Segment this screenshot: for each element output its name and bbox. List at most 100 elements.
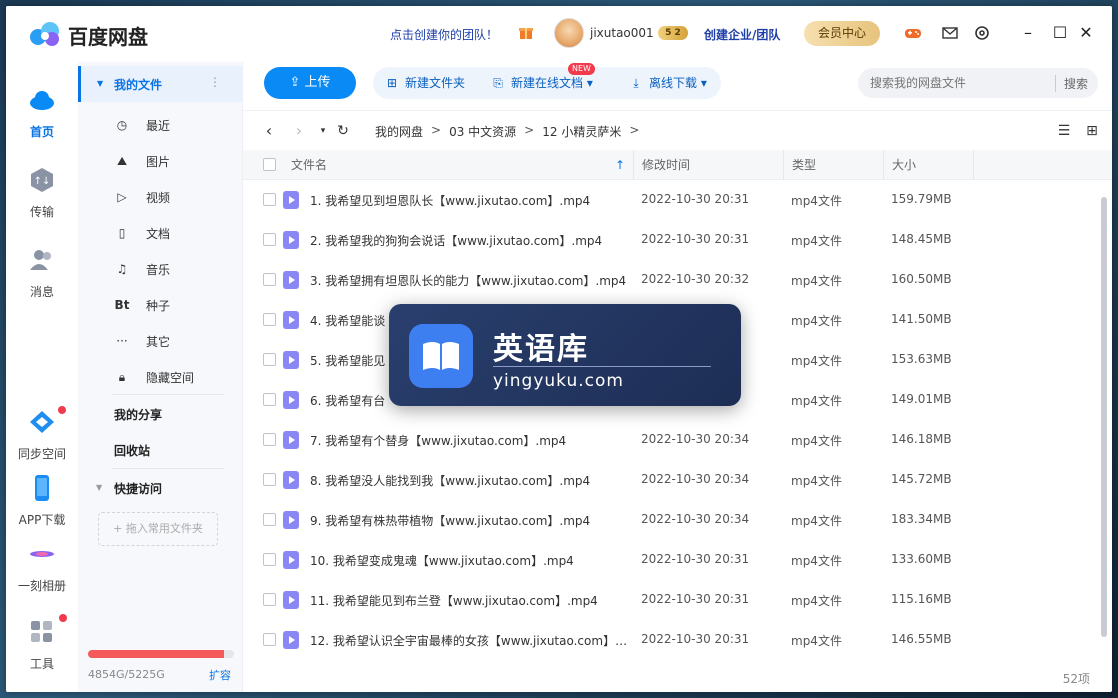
row-checkbox[interactable] — [263, 593, 276, 606]
back-arrow-icon[interactable]: ‹ — [261, 121, 277, 141]
column-header-type[interactable]: 类型 — [783, 150, 883, 180]
forward-arrow-icon[interactable]: › — [291, 121, 307, 141]
refresh-icon[interactable]: ↻ — [335, 121, 351, 141]
column-header-time[interactable]: 修改时间 — [633, 150, 783, 180]
table-row[interactable]: 10. 我希望变成鬼魂【www.jixutao.com】.mp4 2022-10-… — [243, 540, 1095, 580]
row-checkbox[interactable] — [263, 473, 276, 486]
username[interactable]: jixutao001 — [590, 26, 654, 40]
rail-sync-space[interactable]: 同步空间 — [6, 406, 78, 462]
row-checkbox[interactable] — [263, 433, 276, 446]
sidebar-item-images[interactable]: ⛰ 图片 — [112, 151, 170, 171]
rail-home[interactable]: 首页 — [6, 86, 78, 140]
file-modified-time: 2022-10-30 20:31 — [641, 632, 750, 646]
bt-icon: Bt — [114, 298, 130, 312]
more-vertical-icon[interactable]: ⋮ — [209, 75, 221, 89]
sidebar-recycle-bin[interactable]: 回收站 — [114, 442, 150, 459]
new-folder-button[interactable]: ⊞ 新建文件夹 — [385, 67, 465, 99]
gift-icon[interactable] — [518, 24, 534, 40]
history-dropdown-icon[interactable]: ▾ — [315, 121, 331, 141]
rail-tools[interactable]: 工具 — [6, 614, 78, 672]
sidebar-quick-access[interactable]: 快捷访问 — [114, 480, 162, 497]
file-size: 148.45MB — [891, 232, 952, 246]
breadcrumb-item[interactable]: 12 小精灵萨米 — [542, 123, 621, 140]
search-box: 搜索 — [858, 68, 1098, 98]
sidebar-divider — [112, 468, 224, 469]
select-all-checkbox[interactable] — [263, 158, 276, 171]
table-row[interactable]: 11. 我希望能见到布兰登【www.jixutao.com】.mp4 2022-1… — [243, 580, 1095, 620]
member-center-button[interactable]: 会员中心 — [804, 21, 880, 46]
file-name[interactable]: 8. 我希望没人能找到我【www.jixutao.com】.mp4 — [310, 472, 630, 489]
breadcrumb-item[interactable]: 我的网盘 — [375, 123, 423, 140]
row-checkbox[interactable] — [263, 633, 276, 646]
sidebar-item-label: 音乐 — [146, 262, 171, 277]
row-checkbox[interactable] — [263, 353, 276, 366]
breadcrumb-item[interactable]: 03 中文资源 — [449, 123, 516, 140]
rail-album[interactable]: 一刻相册 — [6, 540, 78, 594]
quick-access-drop-zone[interactable]: + 拖入常用文件夹 — [98, 512, 218, 546]
sidebar-item-music[interactable]: ♫ 音乐 — [112, 259, 170, 279]
row-checkbox[interactable] — [263, 313, 276, 326]
table-row[interactable]: 2. 我希望我的狗狗会说话【www.jixutao.com】.mp4 2022-1… — [243, 220, 1095, 260]
collapse-triangle-icon[interactable]: ▼ — [97, 79, 103, 88]
storage-quota-bar — [88, 650, 234, 658]
row-checkbox[interactable] — [263, 193, 276, 206]
file-name[interactable]: 2. 我希望我的狗狗会说话【www.jixutao.com】.mp4 — [310, 232, 630, 249]
minimize-icon[interactable]: – — [1018, 23, 1038, 43]
app-title: 百度网盘 — [68, 25, 148, 49]
grid-view-icon[interactable]: ⊞ — [1083, 122, 1101, 140]
row-checkbox[interactable] — [263, 393, 276, 406]
file-name[interactable]: 7. 我希望有个替身【www.jixutao.com】.mp4 — [310, 432, 630, 449]
table-row[interactable]: 7. 我希望有个替身【www.jixutao.com】.mp4 2022-10-3… — [243, 420, 1095, 460]
column-header-name[interactable]: 文件名 ↑ — [283, 150, 633, 180]
table-row[interactable]: 1. 我希望见到坦恩队长【www.jixutao.com】.mp4 2022-10… — [243, 180, 1095, 220]
rail-app-download[interactable]: APP下载 — [6, 474, 78, 528]
create-team-link[interactable]: 点击创建你的团队！ — [390, 26, 498, 43]
search-input[interactable] — [870, 74, 1050, 92]
file-size: 153.63MB — [891, 352, 952, 366]
column-header-size[interactable]: 大小 — [883, 150, 973, 180]
sidebar-item-recent[interactable]: ◷ 最近 — [112, 115, 170, 135]
sidebar-my-share[interactable]: 我的分享 — [114, 406, 162, 423]
row-checkbox[interactable] — [263, 553, 276, 566]
rail-messages-label: 消息 — [29, 285, 54, 299]
file-name[interactable]: 9. 我希望有株热带植物【www.jixutao.com】.mp4 — [310, 512, 630, 529]
rail-transfer[interactable]: ↑↓ 传输 — [6, 166, 78, 220]
vertical-scrollbar[interactable] — [1101, 197, 1107, 637]
user-avatar[interactable] — [554, 18, 584, 48]
sidebar-item-other[interactable]: ··· 其它 — [112, 331, 170, 351]
file-name[interactable]: 11. 我希望能见到布兰登【www.jixutao.com】.mp4 — [310, 592, 630, 609]
table-row[interactable]: 8. 我希望没人能找到我【www.jixutao.com】.mp4 2022-10… — [243, 460, 1095, 500]
file-name[interactable]: 1. 我希望见到坦恩队长【www.jixutao.com】.mp4 — [310, 192, 630, 209]
sort-list-icon[interactable]: ☰ — [1055, 122, 1073, 140]
close-icon[interactable]: ✕ — [1076, 23, 1096, 43]
file-type: mp4文件 — [791, 274, 842, 288]
table-row[interactable]: 9. 我希望有株热带植物【www.jixutao.com】.mp4 2022-10… — [243, 500, 1095, 540]
settings-gear-icon[interactable] — [973, 24, 991, 42]
file-name[interactable]: 3. 我希望拥有坦恩队长的能力【www.jixutao.com】.mp4 — [310, 272, 630, 289]
upload-button[interactable]: ⇪ 上传 — [264, 67, 356, 99]
row-checkbox[interactable] — [263, 513, 276, 526]
mail-icon[interactable] — [941, 24, 959, 42]
sidebar-item-videos[interactable]: ▷ 视频 — [112, 187, 170, 207]
sort-ascending-icon[interactable]: ↑ — [615, 150, 625, 180]
file-size: 141.50MB — [891, 312, 952, 326]
offline-download-button[interactable]: ⤓ 离线下载 ▾ — [629, 67, 707, 99]
sidebar-my-files[interactable]: ▼ 我的文件 ⋮ — [78, 66, 243, 102]
file-name[interactable]: 12. 我希望认识全宇宙最棒的女孩【www.jixutao.com】.... — [310, 632, 630, 649]
collapse-triangle-icon[interactable]: ▼ — [96, 483, 102, 492]
file-name[interactable]: 10. 我希望变成鬼魂【www.jixutao.com】.mp4 — [310, 552, 630, 569]
row-checkbox[interactable] — [263, 273, 276, 286]
sidebar-item-hidden-space[interactable]: 🔒︎ 隐藏空间 — [112, 367, 194, 387]
table-row[interactable]: 12. 我希望认识全宇宙最棒的女孩【www.jixutao.com】.... 20… — [243, 620, 1095, 660]
maximize-icon[interactable]: ☐ — [1050, 23, 1070, 43]
file-size: 146.55MB — [891, 632, 952, 646]
rail-messages[interactable]: 消息 — [6, 246, 78, 300]
create-enterprise-link[interactable]: 创建企业/团队 — [704, 26, 780, 43]
expand-storage-link[interactable]: 扩容 — [209, 667, 231, 683]
sidebar-item-docs[interactable]: ▯ 文档 — [112, 223, 170, 243]
sidebar-item-seeds[interactable]: Bt 种子 — [112, 295, 170, 315]
game-icon[interactable] — [904, 24, 922, 42]
table-row[interactable]: 3. 我希望拥有坦恩队长的能力【www.jixutao.com】.mp4 2022… — [243, 260, 1095, 300]
search-button[interactable]: 搜索 — [1054, 75, 1088, 92]
row-checkbox[interactable] — [263, 233, 276, 246]
